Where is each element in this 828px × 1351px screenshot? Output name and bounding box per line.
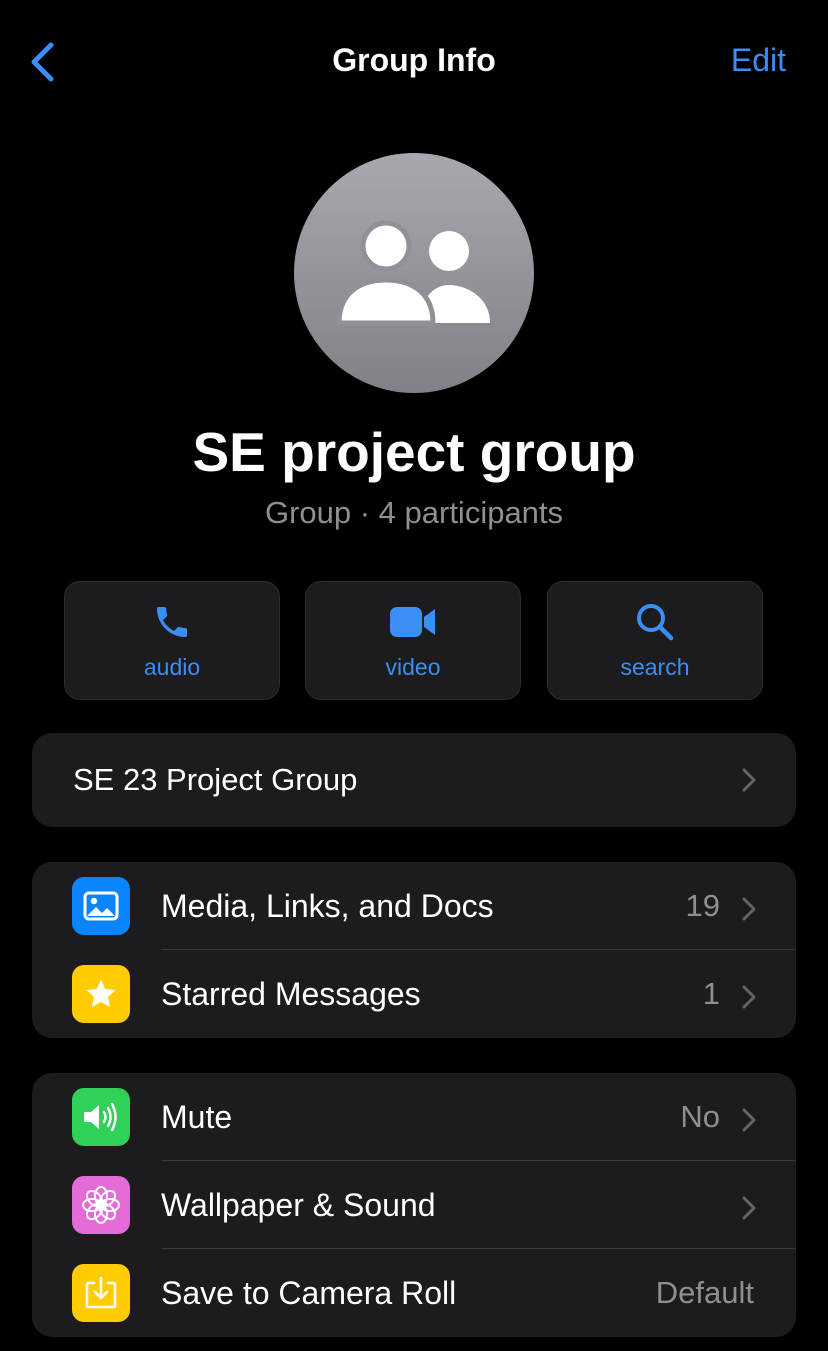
group-avatar[interactable] [294, 153, 534, 393]
edit-button[interactable]: Edit [731, 42, 786, 79]
row-label: Save to Camera Roll [161, 1275, 457, 1311]
row-label: Wallpaper & Sound [161, 1187, 436, 1223]
chevron-right-icon [742, 985, 756, 1009]
video-call-button[interactable]: video [305, 581, 521, 700]
audio-label: audio [143, 654, 201, 680]
chevron-right-icon [742, 897, 756, 921]
flower-icon [72, 1176, 130, 1234]
page-title: Group Info [332, 42, 496, 78]
mute-row[interactable]: Mute No [32, 1073, 796, 1161]
group-name: SE project group [192, 421, 636, 483]
group-description: SE 23 Project Group [73, 762, 358, 797]
star-icon [72, 965, 130, 1023]
video-label: video [385, 654, 441, 680]
group-subtitle: Group · 4 participants [264, 495, 564, 530]
row-label: Media, Links, and Docs [161, 888, 494, 924]
row-value: 19 [685, 888, 720, 923]
chevron-left-icon [31, 42, 54, 82]
chevron-right-icon [742, 768, 756, 792]
video-camera-icon [390, 607, 435, 637]
row-value: 1 [702, 976, 720, 1011]
row-value: Default [655, 1275, 754, 1310]
group-people-icon [336, 220, 490, 326]
chevron-right-icon [742, 1108, 756, 1132]
group-description-row[interactable]: SE 23 Project Group [32, 733, 796, 827]
wallpaper-sound-row[interactable]: Wallpaper & Sound [32, 1161, 796, 1249]
audio-call-button[interactable]: audio [64, 581, 280, 700]
download-icon [72, 1264, 130, 1322]
save-camera-roll-row[interactable]: Save to Camera Roll Default [32, 1249, 796, 1337]
search-button[interactable]: search [547, 581, 763, 700]
row-label: Mute [161, 1099, 233, 1135]
chevron-right-icon [742, 1196, 756, 1220]
search-label: search [620, 654, 690, 680]
speaker-icon [72, 1088, 130, 1146]
photo-icon [72, 877, 130, 935]
row-label: Starred Messages [161, 976, 421, 1012]
media-section: Media, Links, and Docs 19 Starred Messag… [32, 862, 796, 1038]
phone-icon [157, 607, 187, 637]
settings-section: Mute No Wallpaper & Sound Save to Camera… [32, 1073, 796, 1337]
media-links-docs-row[interactable]: Media, Links, and Docs 19 [32, 862, 796, 950]
starred-messages-row[interactable]: Starred Messages 1 [32, 950, 796, 1038]
back-button[interactable] [22, 40, 62, 84]
row-value: No [680, 1099, 720, 1134]
search-icon [637, 604, 674, 641]
navigation-bar: Group Info Edit [0, 0, 828, 124]
